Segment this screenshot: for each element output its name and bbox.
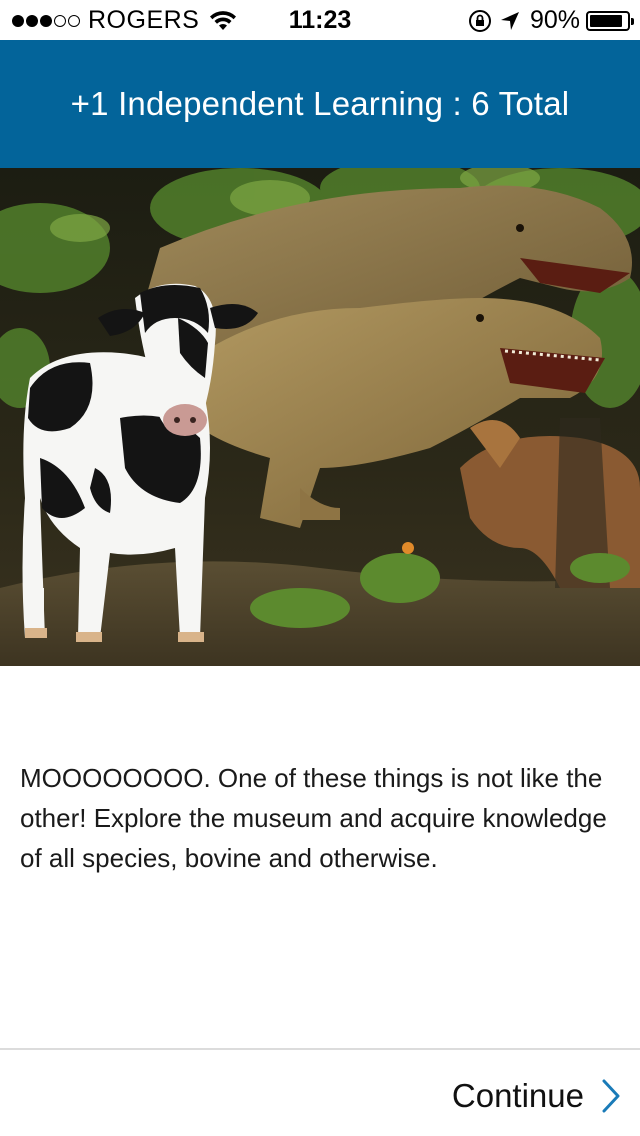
- location-arrow-icon: [500, 11, 519, 30]
- hero-image: [0, 168, 640, 666]
- page-title: +1 Independent Learning : 6 Total: [70, 85, 570, 122]
- chevron-right-icon: [602, 1079, 620, 1113]
- continue-button[interactable]: Continue: [452, 1068, 620, 1124]
- achievement-message: MOOOOOOOO. One of these things is not li…: [20, 763, 607, 873]
- continue-label: Continue: [451, 1077, 584, 1114]
- rotation-lock-icon: [468, 9, 491, 32]
- battery-tip: [631, 17, 634, 25]
- header-bar: +1 Independent Learning : 6 Total: [0, 40, 640, 168]
- footer-divider: [0, 1048, 640, 1050]
- museum-photo: [0, 168, 640, 666]
- battery-fill: [590, 14, 623, 27]
- battery-icon: [586, 10, 634, 31]
- battery-percent: 90%: [529, 6, 580, 34]
- status-right: 90%: [468, 6, 634, 35]
- status-bar: ROGERS 11:23 90%: [0, 0, 640, 40]
